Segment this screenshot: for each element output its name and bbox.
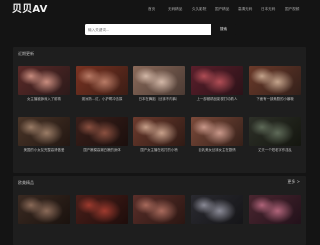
video-card[interactable]: 上一部都精品影视打动着人 (191, 66, 243, 101)
video-card[interactable]: 丈夫一个短老字作淫乱 (249, 117, 301, 152)
nav-item-2[interactable]: 无码精品 (168, 7, 182, 12)
video-card[interactable] (76, 195, 128, 224)
video-thumbnail[interactable] (76, 66, 128, 95)
video-caption[interactable]: 巨乳美女丝袜女主在剧情 (191, 148, 243, 152)
video-card[interactable] (191, 195, 243, 224)
video-thumbnail[interactable] (76, 117, 128, 146)
nav-item-home[interactable]: 首页 (148, 7, 155, 12)
video-thumbnail[interactable] (249, 117, 301, 146)
video-card[interactable] (133, 195, 185, 224)
nav-item-6[interactable]: 日本无码 (261, 7, 275, 12)
video-card[interactable] (18, 195, 70, 224)
video-thumbnail[interactable] (249, 66, 301, 95)
video-caption[interactable]: 国产嫩模高潮白嫩的身体 (76, 148, 128, 152)
video-card[interactable]: 国产嫩模高潮白嫩的身体 (76, 117, 128, 152)
video-caption[interactable]: 国产女主播在线打的小喷 (133, 148, 185, 152)
video-card[interactable]: 女主播被舔深入了射精 (18, 66, 70, 101)
section-title: 近期更新 (18, 51, 34, 56)
nav-item-7[interactable]: 国产视频 (285, 7, 299, 12)
video-thumbnail[interactable] (18, 66, 70, 95)
video-caption[interactable]: 澳洲熟…红，小护啊冲击摸 (76, 97, 128, 101)
section-western: 欧美精品 更多 > (13, 176, 306, 245)
video-thumbnail[interactable] (133, 117, 185, 146)
video-thumbnail[interactable] (133, 66, 185, 95)
video-thumbnail[interactable] (191, 195, 243, 224)
video-thumbnail[interactable] (18, 117, 70, 146)
video-card[interactable]: 国产女主播在线打的小喷 (133, 117, 185, 152)
nav-item-5[interactable]: 高清无码 (238, 7, 252, 12)
video-card[interactable]: 巨乳美女丝袜女主在剧情 (191, 117, 243, 152)
video-caption[interactable]: 日本在舞蹈（丝袜不内裤） (133, 97, 185, 101)
video-caption[interactable]: 丈夫一个短老字作淫乱 (249, 148, 301, 152)
video-card[interactable]: 澳洲熟…红，小护啊冲击摸 (76, 66, 128, 101)
section-recent: 近期更新 女主播被舔深入了射精 澳洲熟…红，小护啊冲击摸 日本在舞蹈（丝袜不内裤） 上… (13, 47, 306, 173)
video-caption[interactable]: 下面有一部美剧的小暴哦 (249, 97, 301, 101)
more-link[interactable]: 更多 > (287, 179, 300, 184)
video-thumbnail[interactable] (191, 117, 243, 146)
video-thumbnail[interactable] (249, 195, 301, 224)
video-thumbnail[interactable] (191, 66, 243, 95)
nav-item-3[interactable]: 久久影院 (192, 7, 206, 12)
video-thumbnail[interactable] (76, 195, 128, 224)
video-caption[interactable]: 上一部都精品影视打动着人 (191, 97, 243, 101)
video-caption[interactable]: 女主播被舔深入了射精 (18, 97, 70, 101)
search-bar: 搜索 (85, 24, 236, 35)
video-thumbnail[interactable] (133, 195, 185, 224)
video-card[interactable]: 下面有一部美剧的小暴哦 (249, 66, 301, 101)
site-logo[interactable]: 贝贝AV (12, 4, 48, 16)
nav-item-4[interactable]: 国产精品 (215, 7, 229, 12)
video-card[interactable]: 日本在舞蹈（丝袜不内裤） (133, 66, 185, 101)
video-card[interactable]: 美国的小女友完整高清做爱 (18, 117, 70, 152)
video-thumbnail[interactable] (18, 195, 70, 224)
section-title: 欧美精品 (18, 180, 34, 185)
top-bar: 贝贝AV 首页 无码精品 久久影院 国产精品 高清无码 日本无码 国产视频 (0, 0, 320, 20)
video-caption[interactable]: 美国的小女友完整高清做爱 (18, 148, 70, 152)
search-input[interactable] (85, 24, 211, 35)
video-card[interactable] (249, 195, 301, 224)
search-button[interactable]: 搜索 (211, 24, 236, 35)
